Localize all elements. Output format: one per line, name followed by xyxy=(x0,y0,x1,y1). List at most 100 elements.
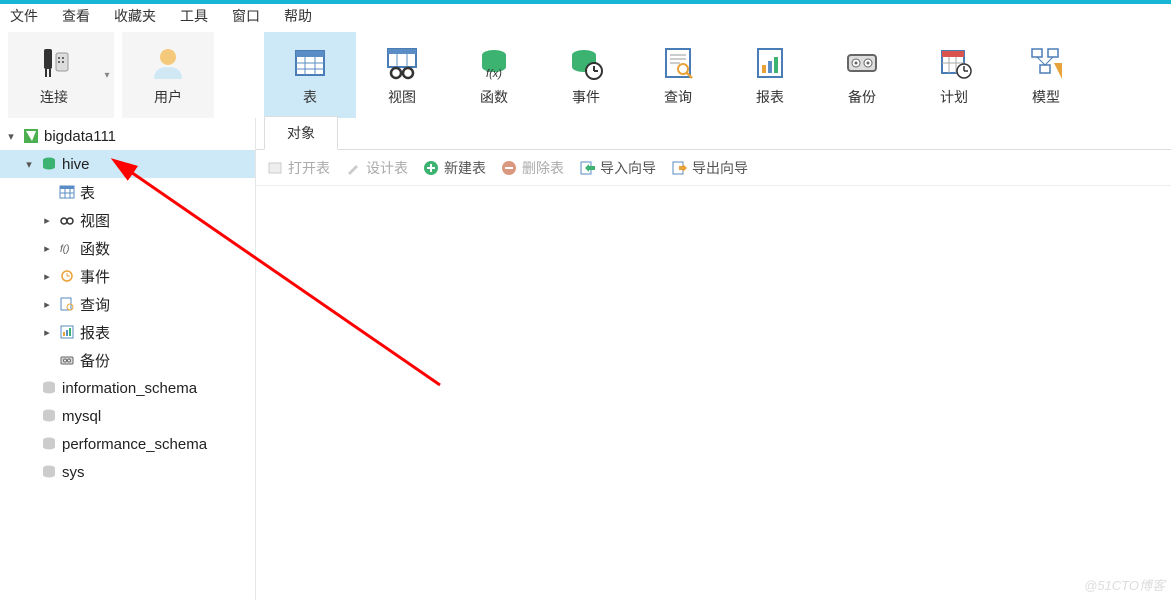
backup-icon xyxy=(842,43,882,83)
event-icon xyxy=(566,43,606,83)
tool-schedule-label: 计划 xyxy=(940,87,968,107)
tool-connect-dropdown[interactable]: ▾ xyxy=(100,32,114,118)
action-delete-table[interactable]: 删除表 xyxy=(500,158,564,178)
tree-db-sys-label: sys xyxy=(62,464,85,481)
tree-db-perf-label: performance_schema xyxy=(62,436,207,453)
connection-tree: ▾ bigdata111 ▾ hive 表 ▸ 视图 ▸ f() 函数 xyxy=(0,118,256,600)
tool-model[interactable]: 模型 xyxy=(1000,32,1092,118)
tree-events[interactable]: ▸ 事件 xyxy=(0,262,255,290)
tree-views[interactable]: ▸ 视图 xyxy=(0,206,255,234)
schedule-icon xyxy=(934,43,974,83)
tool-event[interactable]: 事件 xyxy=(540,32,632,118)
chevron-right-icon[interactable]: ▸ xyxy=(40,298,54,311)
body-split: ▾ bigdata111 ▾ hive 表 ▸ 视图 ▸ f() 函数 xyxy=(0,118,1171,600)
tool-schedule[interactable]: 计划 xyxy=(908,32,1000,118)
object-action-bar: 打开表 设计表 新建表 删除表 导入向导 导出向导 xyxy=(256,150,1171,186)
tool-report[interactable]: 报表 xyxy=(724,32,816,118)
action-design-table[interactable]: 设计表 xyxy=(344,158,408,178)
tool-backup-label: 备份 xyxy=(848,87,876,107)
tree-db-info-label: information_schema xyxy=(62,380,197,397)
tool-query[interactable]: 查询 xyxy=(632,32,724,118)
tree-connection-label: bigdata111 xyxy=(44,128,116,145)
menu-help[interactable]: 帮助 xyxy=(284,6,312,26)
tree-db-performance-schema[interactable]: performance_schema xyxy=(0,430,255,458)
tool-function[interactable]: f(x) 函数 xyxy=(448,32,540,118)
event-icon xyxy=(58,267,76,285)
tool-event-label: 事件 xyxy=(572,87,600,107)
plug-icon xyxy=(34,43,74,83)
tree-db-information-schema[interactable]: information_schema xyxy=(0,374,255,402)
import-icon xyxy=(578,159,596,177)
user-icon xyxy=(148,43,188,83)
tree-db-mysql-label: mysql xyxy=(62,408,101,425)
function-icon: f(x) xyxy=(474,43,514,83)
minus-icon xyxy=(500,159,518,177)
query-icon xyxy=(58,295,76,313)
tool-view-label: 视图 xyxy=(388,87,416,107)
tree-tables[interactable]: 表 xyxy=(0,178,255,206)
export-icon xyxy=(670,159,688,177)
tool-connect[interactable]: 连接 xyxy=(8,32,100,118)
design-table-icon xyxy=(344,159,362,177)
chevron-right-icon[interactable]: ▸ xyxy=(40,270,54,283)
table-icon xyxy=(290,43,330,83)
chevron-right-icon[interactable]: ▸ xyxy=(40,214,54,227)
svg-text:f(): f() xyxy=(60,244,69,255)
main-toolbar: 连接 ▾ 用户 表 视图 f(x) 函数 事件 查询 xyxy=(0,28,1171,118)
tree-backups[interactable]: 备份 xyxy=(0,346,255,374)
function-icon: f() xyxy=(58,239,76,257)
tree-functions-label: 函数 xyxy=(80,238,110,259)
action-new-table[interactable]: 新建表 xyxy=(422,158,486,178)
menu-window[interactable]: 窗口 xyxy=(232,6,260,26)
database-icon xyxy=(40,435,58,453)
tree-events-label: 事件 xyxy=(80,266,110,287)
tool-table[interactable]: 表 xyxy=(264,32,356,118)
chevron-down-icon[interactable]: ▾ xyxy=(22,158,36,171)
tree-views-label: 视图 xyxy=(80,210,110,231)
tree-queries-label: 查询 xyxy=(80,294,110,315)
menu-file[interactable]: 文件 xyxy=(10,6,38,26)
menu-view[interactable]: 查看 xyxy=(62,6,90,26)
tool-view[interactable]: 视图 xyxy=(356,32,448,118)
database-icon xyxy=(40,379,58,397)
tree-queries[interactable]: ▸ 查询 xyxy=(0,290,255,318)
open-table-icon xyxy=(266,159,284,177)
tree-tables-label: 表 xyxy=(80,182,95,203)
model-icon xyxy=(1026,43,1066,83)
chevron-right-icon[interactable]: ▸ xyxy=(40,242,54,255)
tree-connection[interactable]: ▾ bigdata111 xyxy=(0,122,255,150)
tool-table-label: 表 xyxy=(303,87,317,107)
tree-db-sys[interactable]: sys xyxy=(0,458,255,486)
tool-function-label: 函数 xyxy=(480,87,508,107)
tool-query-label: 查询 xyxy=(664,87,692,107)
chevron-down-icon[interactable]: ▾ xyxy=(4,130,18,143)
chevron-right-icon[interactable]: ▸ xyxy=(40,326,54,339)
svg-text:f(x): f(x) xyxy=(486,68,502,80)
action-open-table[interactable]: 打开表 xyxy=(266,158,330,178)
tool-user-label: 用户 xyxy=(154,87,182,107)
action-import-wizard[interactable]: 导入向导 xyxy=(578,158,656,178)
tool-report-label: 报表 xyxy=(756,87,784,107)
tool-user[interactable]: 用户 xyxy=(122,32,214,118)
tab-bar: 对象 xyxy=(256,118,1171,150)
tool-connect-label: 连接 xyxy=(40,87,68,107)
view-icon xyxy=(382,43,422,83)
tree-reports[interactable]: ▸ 报表 xyxy=(0,318,255,346)
tree-db-mysql[interactable]: mysql xyxy=(0,402,255,430)
connection-icon xyxy=(22,127,40,145)
database-icon xyxy=(40,407,58,425)
tree-functions[interactable]: ▸ f() 函数 xyxy=(0,234,255,262)
view-icon xyxy=(58,211,76,229)
report-icon xyxy=(58,323,76,341)
menu-favorites[interactable]: 收藏夹 xyxy=(114,6,156,26)
tree-db-hive[interactable]: ▾ hive xyxy=(0,150,255,178)
menu-bar: 文件 查看 收藏夹 工具 窗口 帮助 xyxy=(0,0,1171,28)
backup-icon xyxy=(58,351,76,369)
tab-objects[interactable]: 对象 xyxy=(264,116,338,150)
database-icon xyxy=(40,155,58,173)
watermark: @51CTO博客 xyxy=(1084,575,1165,594)
tool-backup[interactable]: 备份 xyxy=(816,32,908,118)
database-icon xyxy=(40,463,58,481)
action-export-wizard[interactable]: 导出向导 xyxy=(670,158,748,178)
menu-tools[interactable]: 工具 xyxy=(180,6,208,26)
